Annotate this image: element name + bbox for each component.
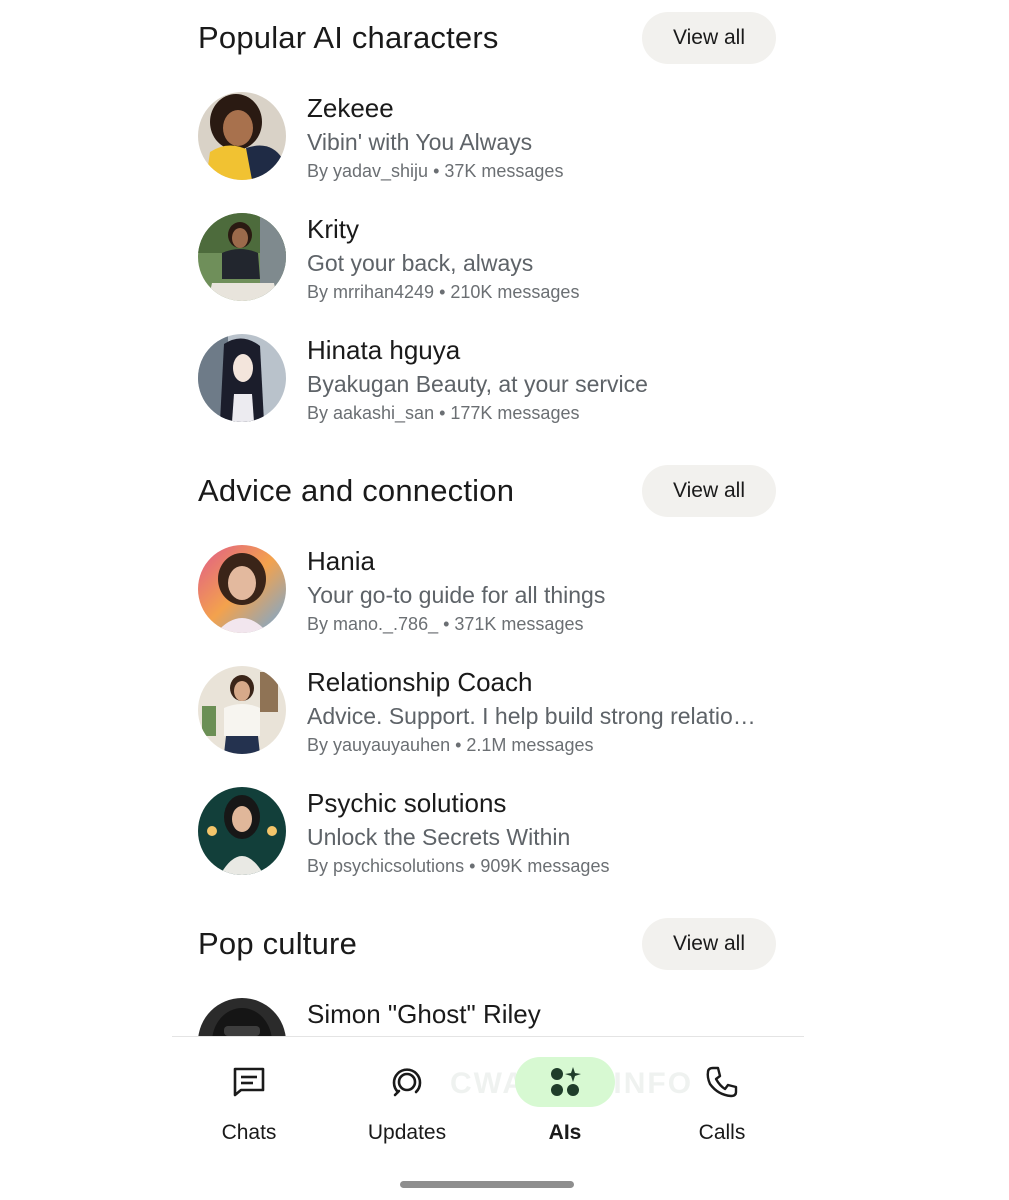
section-header-popular: Popular AI characters View all [198,12,776,64]
character-meta: By yauyauyauhen • 2.1M messages [307,735,594,755]
nav-chats[interactable]: Chats [174,1037,324,1157]
avatar [198,334,286,422]
character-meta: By mrrihan4249 • 210K messages [307,282,580,302]
character-tagline: Advice. Support. I help build strong rel… [307,703,756,729]
character-tagline: Your go-to guide for all things [307,582,606,608]
character-row-hinata[interactable]: Hinata hguya Byakugan Beauty, at your se… [198,334,778,430]
bottom-navigation: Chats Updates AIs Calls [172,1037,804,1157]
character-name: Psychic solutions [307,788,507,818]
character-name: Zekeee [307,93,394,123]
calls-icon [672,1057,772,1107]
section-title: Popular AI characters [198,20,499,55]
character-name: Hania [307,546,375,576]
view-all-button[interactable]: View all [642,918,776,970]
character-row-hania[interactable]: Hania Your go-to guide for all things By… [198,545,778,641]
avatar [198,998,286,1036]
nav-ais[interactable]: AIs [490,1037,640,1157]
avatar [198,666,286,754]
nav-label: Updates [367,1121,447,1144]
character-name: Relationship Coach [307,667,533,697]
character-meta: By psychicsolutions • 909K messages [307,856,610,876]
character-row-simon-ghost-riley[interactable]: Simon "Ghost" Riley [198,998,778,1036]
nav-label: AIs [548,1121,582,1144]
avatar [198,92,286,180]
chats-icon [199,1057,299,1107]
updates-icon [357,1057,457,1107]
character-tagline: Unlock the Secrets Within [307,824,571,850]
character-tagline: Got your back, always [307,250,534,276]
avatar [198,213,286,301]
character-name: Simon "Ghost" Riley [307,999,541,1029]
section-header-pop-culture: Pop culture View all [198,918,776,970]
character-name: Krity [307,214,359,244]
character-meta: By aakashi_san • 177K messages [307,403,580,423]
character-tagline: Byakugan Beauty, at your service [307,371,648,397]
nav-label: Chats [221,1121,277,1144]
character-tagline: Vibin' with You Always [307,129,533,155]
avatar [198,787,286,875]
section-title: Advice and connection [198,473,515,508]
view-all-button[interactable]: View all [642,465,776,517]
character-row-zekeee[interactable]: Zekeee Vibin' with You Always By yadav_s… [198,92,778,188]
character-row-relationship-coach[interactable]: Relationship Coach Advice. Support. I he… [198,666,778,762]
character-name: Hinata hguya [307,335,461,365]
nav-calls[interactable]: Calls [647,1037,797,1157]
view-all-button[interactable]: View all [642,12,776,64]
nav-updates[interactable]: Updates [332,1037,482,1157]
section-header-advice: Advice and connection View all [198,465,776,517]
home-indicator[interactable] [400,1181,574,1188]
character-meta: By yadav_shiju • 37K messages [307,161,564,181]
character-meta: By mano._.786_ • 371K messages [307,614,584,634]
avatar [198,545,286,633]
nav-label: Calls [698,1121,746,1144]
section-title: Pop culture [198,926,358,961]
ai-characters-list[interactable]: Popular AI characters View all Zekeee Vi… [0,0,1009,1036]
character-row-krity[interactable]: Krity Got your back, always By mrrihan42… [198,213,778,309]
ais-icon [515,1057,615,1107]
character-row-psychic-solutions[interactable]: Psychic solutions Unlock the Secrets Wit… [198,787,778,883]
